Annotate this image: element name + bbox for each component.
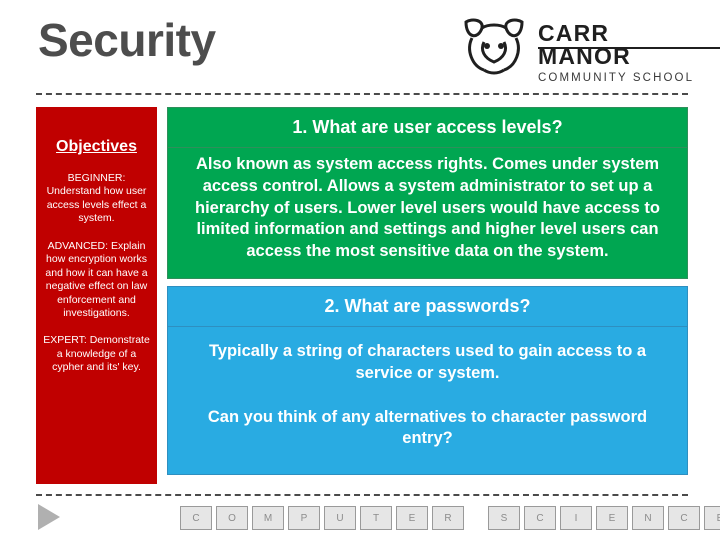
- objectives-heading: Objectives: [56, 138, 137, 155]
- question-1-answer: Also known as system access rights. Come…: [167, 148, 688, 279]
- objective-beginner-text: Understand how user access levels effect…: [46, 185, 147, 225]
- objective-advanced-level: ADVANCED:: [47, 239, 109, 252]
- question-1-header: 1. What are user access levels?: [167, 107, 688, 148]
- letter-tile: C: [524, 506, 556, 530]
- letter-tile: O: [216, 506, 248, 530]
- letter-tile: M: [252, 506, 284, 530]
- letter-tile: I: [560, 506, 592, 530]
- content-column: 1. What are user access levels? Also kno…: [167, 107, 688, 475]
- letter-tile: U: [324, 506, 356, 530]
- letter-tile: E: [704, 506, 720, 530]
- footer-letter-tiles: C O M P U T E R S C I E N C E: [180, 506, 720, 530]
- letter-tile: E: [596, 506, 628, 530]
- slide: Security CARR MANOR COMMUNITY SCHOOL Obj…: [0, 0, 720, 540]
- logo-name: CARR MANOR: [538, 20, 631, 69]
- footer-tiles-computer: C O M P U T E R: [180, 506, 464, 530]
- owl-logo-icon: [458, 16, 530, 83]
- divider-top: [36, 93, 688, 95]
- letter-tile: N: [632, 506, 664, 530]
- logo-wordmark: CARR MANOR COMMUNITY SCHOOL: [538, 22, 698, 85]
- question-2-answer: Typically a string of characters used to…: [167, 327, 688, 475]
- logo-divider: [538, 47, 720, 49]
- objective-expert: EXPERT: Demonstrate a knowledge of a cyp…: [42, 334, 151, 374]
- letter-tile: S: [488, 506, 520, 530]
- question-1-answer-text: Also known as system access rights. Come…: [195, 155, 660, 261]
- objective-beginner: BEGINNER: Understand how user access lev…: [42, 172, 151, 226]
- question-2-followup-text: Can you think of any alternatives to cha…: [207, 407, 648, 448]
- objectives-panel: Objectives BEGINNER: Understand how user…: [36, 107, 157, 484]
- objective-advanced: ADVANCED: Explain how encryption works a…: [42, 240, 151, 321]
- letter-tile: C: [180, 506, 212, 530]
- objective-expert-level: EXPERT:: [43, 334, 87, 347]
- letter-tile: T: [360, 506, 392, 530]
- question-2-answer-text: Typically a string of characters used to…: [208, 342, 647, 382]
- play-triangle-icon[interactable]: [38, 504, 60, 530]
- divider-bottom: [36, 494, 688, 496]
- logo-subtitle: COMMUNITY SCHOOL: [538, 72, 695, 84]
- page-title: Security: [38, 14, 216, 66]
- footer-tiles-science: S C I E N C E: [488, 506, 720, 530]
- tiles-spacer: [468, 506, 484, 530]
- question-2-header: 2. What are passwords?: [167, 286, 688, 327]
- school-logo: CARR MANOR COMMUNITY SCHOOL: [458, 16, 720, 84]
- letter-tile: P: [288, 506, 320, 530]
- letter-tile: R: [432, 506, 464, 530]
- letter-tile: C: [668, 506, 700, 530]
- letter-tile: E: [396, 506, 428, 530]
- objective-beginner-level: BEGINNER:: [67, 172, 126, 184]
